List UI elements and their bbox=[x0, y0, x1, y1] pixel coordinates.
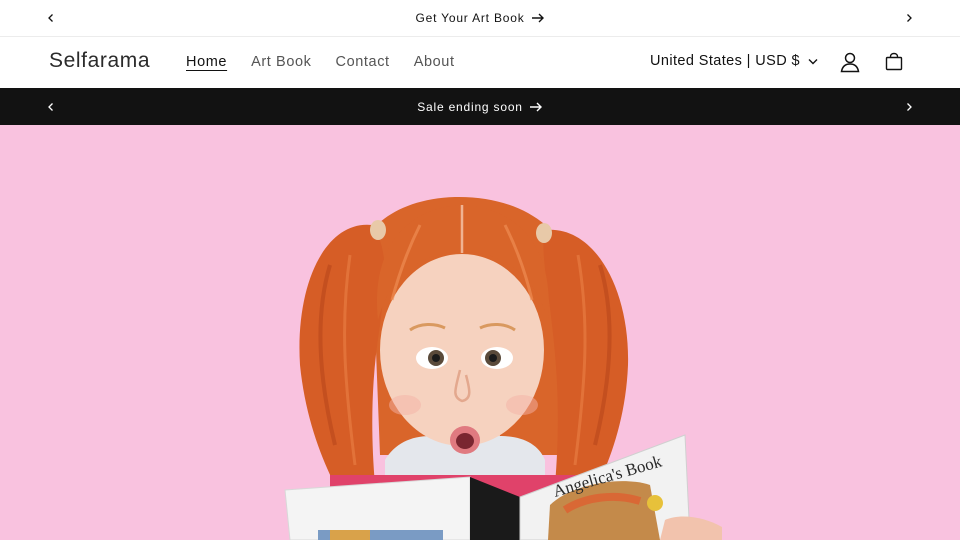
account-button[interactable] bbox=[838, 50, 862, 74]
hero-banner: Angelica's Book bbox=[0, 125, 960, 540]
announcement-text: Get Your Art Book bbox=[415, 11, 525, 25]
user-icon bbox=[840, 52, 860, 73]
hero-image: Angelica's Book bbox=[284, 196, 722, 540]
sale-announcement-text: Sale ending soon bbox=[417, 99, 523, 114]
previous-sale-announcement-button[interactable] bbox=[36, 88, 66, 125]
site-logo[interactable]: Selfarama bbox=[49, 49, 150, 73]
chevron-left-icon bbox=[48, 102, 53, 111]
country-currency-selector[interactable]: United States | USD $ bbox=[650, 53, 818, 69]
previous-announcement-button[interactable] bbox=[36, 0, 66, 36]
next-announcement-button[interactable] bbox=[894, 0, 924, 36]
arrow-right-icon bbox=[529, 102, 542, 111]
nav-item-home[interactable]: Home bbox=[186, 54, 227, 70]
chevron-left-icon bbox=[48, 14, 53, 22]
announcement-bar-top: Get Your Art Book bbox=[0, 0, 960, 37]
nav-item-about[interactable]: About bbox=[414, 54, 455, 70]
chevron-down-icon bbox=[808, 58, 818, 64]
announcement-bar-sale: Sale ending soon bbox=[0, 88, 960, 125]
shopping-bag-icon bbox=[885, 52, 903, 71]
chevron-right-icon bbox=[907, 14, 912, 22]
country-currency-label: United States | USD $ bbox=[650, 53, 800, 69]
next-sale-announcement-button[interactable] bbox=[894, 88, 924, 125]
nav-item-art-book[interactable]: Art Book bbox=[251, 54, 311, 70]
sale-announcement-link[interactable]: Sale ending soon bbox=[417, 100, 543, 114]
site-header: Selfarama Home Art Book Contact About Un… bbox=[0, 37, 960, 88]
main-nav: Home Art Book Contact About bbox=[186, 54, 479, 70]
chevron-right-icon bbox=[907, 102, 912, 111]
announcement-link[interactable]: Get Your Art Book bbox=[416, 11, 545, 25]
nav-item-contact[interactable]: Contact bbox=[336, 54, 390, 70]
cart-button[interactable] bbox=[882, 50, 906, 74]
arrow-right-icon bbox=[531, 13, 544, 23]
